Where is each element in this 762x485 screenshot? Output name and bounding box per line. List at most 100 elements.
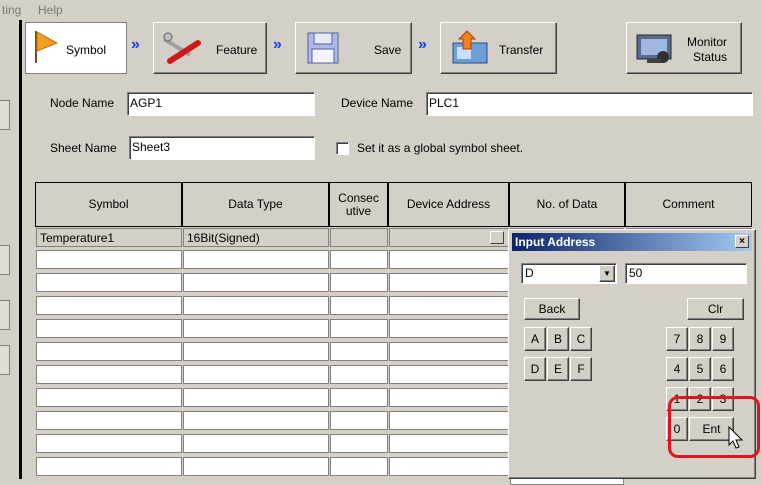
table-cell[interactable]	[389, 365, 509, 384]
table-cell[interactable]	[183, 388, 329, 407]
table-cell[interactable]	[183, 365, 329, 384]
column-header-data-type-text: Data Type	[228, 197, 283, 211]
device-address-browse-button[interactable]	[490, 231, 504, 244]
transfer-button[interactable]: Transfer	[440, 22, 557, 74]
table-cell[interactable]	[389, 319, 509, 338]
table-cell[interactable]	[330, 296, 388, 315]
table-cell[interactable]	[389, 434, 509, 453]
next-arrow-icon: »	[273, 36, 282, 53]
table-cell[interactable]	[389, 296, 509, 315]
table-cell[interactable]	[389, 342, 509, 361]
feature-button[interactable]: Feature	[153, 22, 267, 74]
table-cell[interactable]	[330, 228, 388, 247]
table-cell[interactable]	[36, 411, 182, 430]
key-3[interactable]: 3	[712, 387, 734, 411]
symbol-button[interactable]: Symbol	[25, 22, 127, 74]
close-icon[interactable]: ×	[735, 235, 749, 248]
table-cell[interactable]	[330, 411, 388, 430]
table-cell[interactable]	[330, 388, 388, 407]
table-cell[interactable]	[389, 273, 509, 292]
table-cell[interactable]	[36, 365, 182, 384]
key-7[interactable]: 7	[666, 327, 688, 351]
monitor-icon	[636, 34, 672, 63]
column-header-no-of-data[interactable]: No. of Data	[509, 182, 625, 227]
table-cell[interactable]	[36, 457, 182, 476]
transfer-icon	[452, 30, 488, 64]
key-4[interactable]: 4	[666, 357, 688, 381]
left-panel-tab[interactable]	[0, 100, 10, 130]
menu-item-help[interactable]: Help	[38, 3, 63, 17]
input-address-dialog: Input Address × D ▼ 50 Back Clr A B C D …	[508, 229, 756, 479]
table-cell[interactable]	[330, 434, 388, 453]
table-cell[interactable]	[183, 250, 329, 269]
table-cell[interactable]	[183, 342, 329, 361]
save-button-label: Save	[374, 43, 402, 57]
key-d[interactable]: D	[524, 357, 546, 381]
column-header-data-type[interactable]: Data Type	[182, 182, 329, 227]
column-header-symbol[interactable]: Symbol	[35, 182, 182, 227]
address-input[interactable]: 50	[625, 263, 747, 284]
left-panel-tab[interactable]	[0, 245, 10, 275]
key-5[interactable]: 5	[689, 357, 711, 381]
table-cell[interactable]	[330, 457, 388, 476]
monitor-status-label-line2: Status	[693, 50, 728, 64]
table-cell[interactable]	[183, 411, 329, 430]
table-cell[interactable]	[36, 273, 182, 292]
key-2[interactable]: 2	[689, 387, 711, 411]
monitor-status-label-line1: Monitor	[687, 35, 728, 49]
table-cell[interactable]	[36, 434, 182, 453]
mouse-cursor-icon	[728, 425, 744, 449]
menu-item-setting[interactable]: ting	[2, 3, 21, 17]
key-1[interactable]: 1	[666, 387, 688, 411]
key-c[interactable]: C	[570, 327, 592, 351]
row1-data-type-cell[interactable]: 16Bit(Signed)	[183, 228, 329, 247]
device-name-field[interactable]: PLC1	[426, 92, 753, 116]
table-cell[interactable]	[330, 365, 388, 384]
clear-button[interactable]: Clr	[687, 298, 744, 320]
column-header-consecutive[interactable]: Consec utive	[329, 182, 388, 227]
table-cell[interactable]	[36, 342, 182, 361]
key-0[interactable]: 0	[666, 417, 688, 441]
table-cell[interactable]	[389, 411, 509, 430]
table-cell[interactable]	[36, 319, 182, 338]
table-cell[interactable]	[389, 457, 509, 476]
back-button[interactable]: Back	[524, 298, 580, 320]
key-e[interactable]: E	[547, 357, 569, 381]
key-8[interactable]: 8	[689, 327, 711, 351]
table-cell[interactable]	[183, 296, 329, 315]
table-cell[interactable]	[389, 388, 509, 407]
table-cell[interactable]	[330, 273, 388, 292]
key-b[interactable]: B	[547, 327, 569, 351]
table-cell[interactable]	[36, 388, 182, 407]
node-name-field[interactable]: AGP1	[127, 92, 315, 116]
sheet-name-field[interactable]: Sheet3	[129, 136, 315, 160]
column-header-comment-text: Comment	[662, 197, 715, 211]
save-button[interactable]: Save	[295, 22, 412, 74]
row1-symbol-cell[interactable]: Temperature1	[36, 228, 182, 247]
key-a[interactable]: A	[524, 327, 546, 351]
device-type-select-value: D	[525, 266, 534, 280]
table-cell[interactable]	[330, 319, 388, 338]
table-cell[interactable]	[183, 319, 329, 338]
column-header-device-address[interactable]: Device Address	[388, 182, 509, 227]
table-cell[interactable]	[36, 296, 182, 315]
next-arrow-icon: »	[418, 36, 427, 53]
table-cell[interactable]	[36, 250, 182, 269]
global-symbol-sheet-checkbox[interactable]	[336, 142, 349, 155]
table-cell[interactable]	[389, 250, 509, 269]
table-cell[interactable]	[330, 342, 388, 361]
column-header-comment[interactable]: Comment	[625, 182, 752, 227]
table-cell[interactable]	[183, 457, 329, 476]
table-cell[interactable]	[183, 434, 329, 453]
left-panel-tab[interactable]	[0, 345, 10, 375]
tools-icon	[162, 32, 201, 64]
left-panel-tab[interactable]	[0, 300, 10, 330]
key-f[interactable]: F	[570, 357, 592, 381]
table-cell[interactable]	[183, 273, 329, 292]
key-9[interactable]: 9	[712, 327, 734, 351]
table-cell[interactable]	[330, 250, 388, 269]
monitor-status-button[interactable]: Monitor Status	[626, 22, 742, 74]
dialog-title: Input Address	[515, 235, 596, 249]
chevron-down-icon[interactable]: ▼	[599, 265, 615, 282]
key-6[interactable]: 6	[712, 357, 734, 381]
